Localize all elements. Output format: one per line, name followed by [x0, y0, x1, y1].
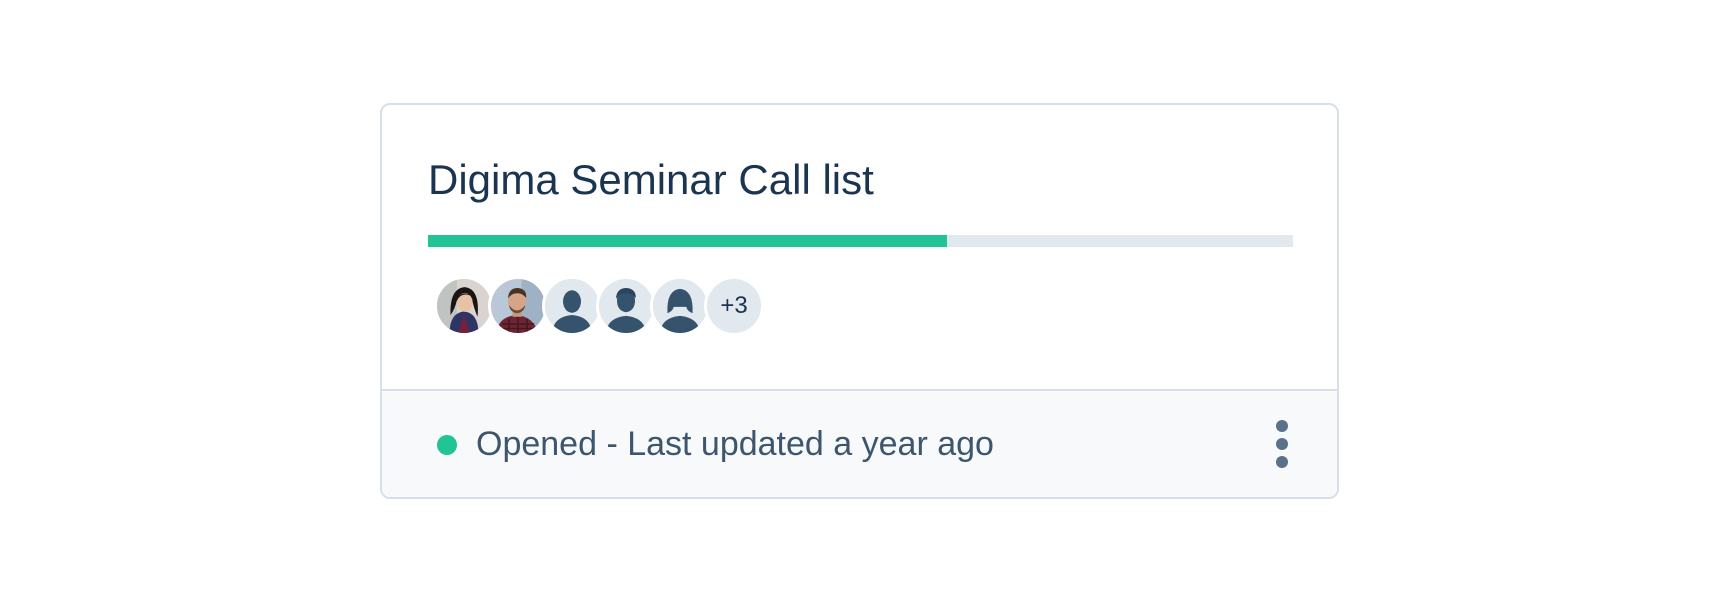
card-footer: Opened - Last updated a year ago [382, 391, 1337, 497]
avatar-placeholder-1[interactable] [542, 276, 602, 336]
avatar-man-photo[interactable] [488, 276, 548, 336]
vertical-ellipsis-icon [1276, 420, 1288, 432]
more-members-count: +3 [720, 292, 748, 319]
man-silhouette-icon [599, 279, 653, 333]
more-options-button[interactable] [1267, 417, 1297, 471]
avatar-placeholder-3[interactable] [650, 276, 710, 336]
woman-silhouette-icon [653, 279, 707, 333]
man-photo-avatar [491, 279, 545, 333]
status-text: Opened - Last updated a year ago [476, 425, 994, 463]
list-card[interactable]: Digima Seminar Call list +3 Opened - Las… [380, 103, 1339, 499]
avatar-woman-photo[interactable] [434, 276, 494, 336]
woman-photo-avatar [437, 279, 491, 333]
card-body: Digima Seminar Call list +3 [382, 105, 1337, 391]
card-title[interactable]: Digima Seminar Call list [428, 156, 874, 203]
progress-bar [428, 235, 1293, 247]
member-avatars: +3 [434, 276, 764, 336]
avatar-placeholder-2[interactable] [596, 276, 656, 336]
status-dot-icon [437, 435, 457, 455]
progress-bar-fill [428, 235, 947, 247]
more-members-badge[interactable]: +3 [704, 276, 764, 336]
person-silhouette-icon [545, 279, 599, 333]
